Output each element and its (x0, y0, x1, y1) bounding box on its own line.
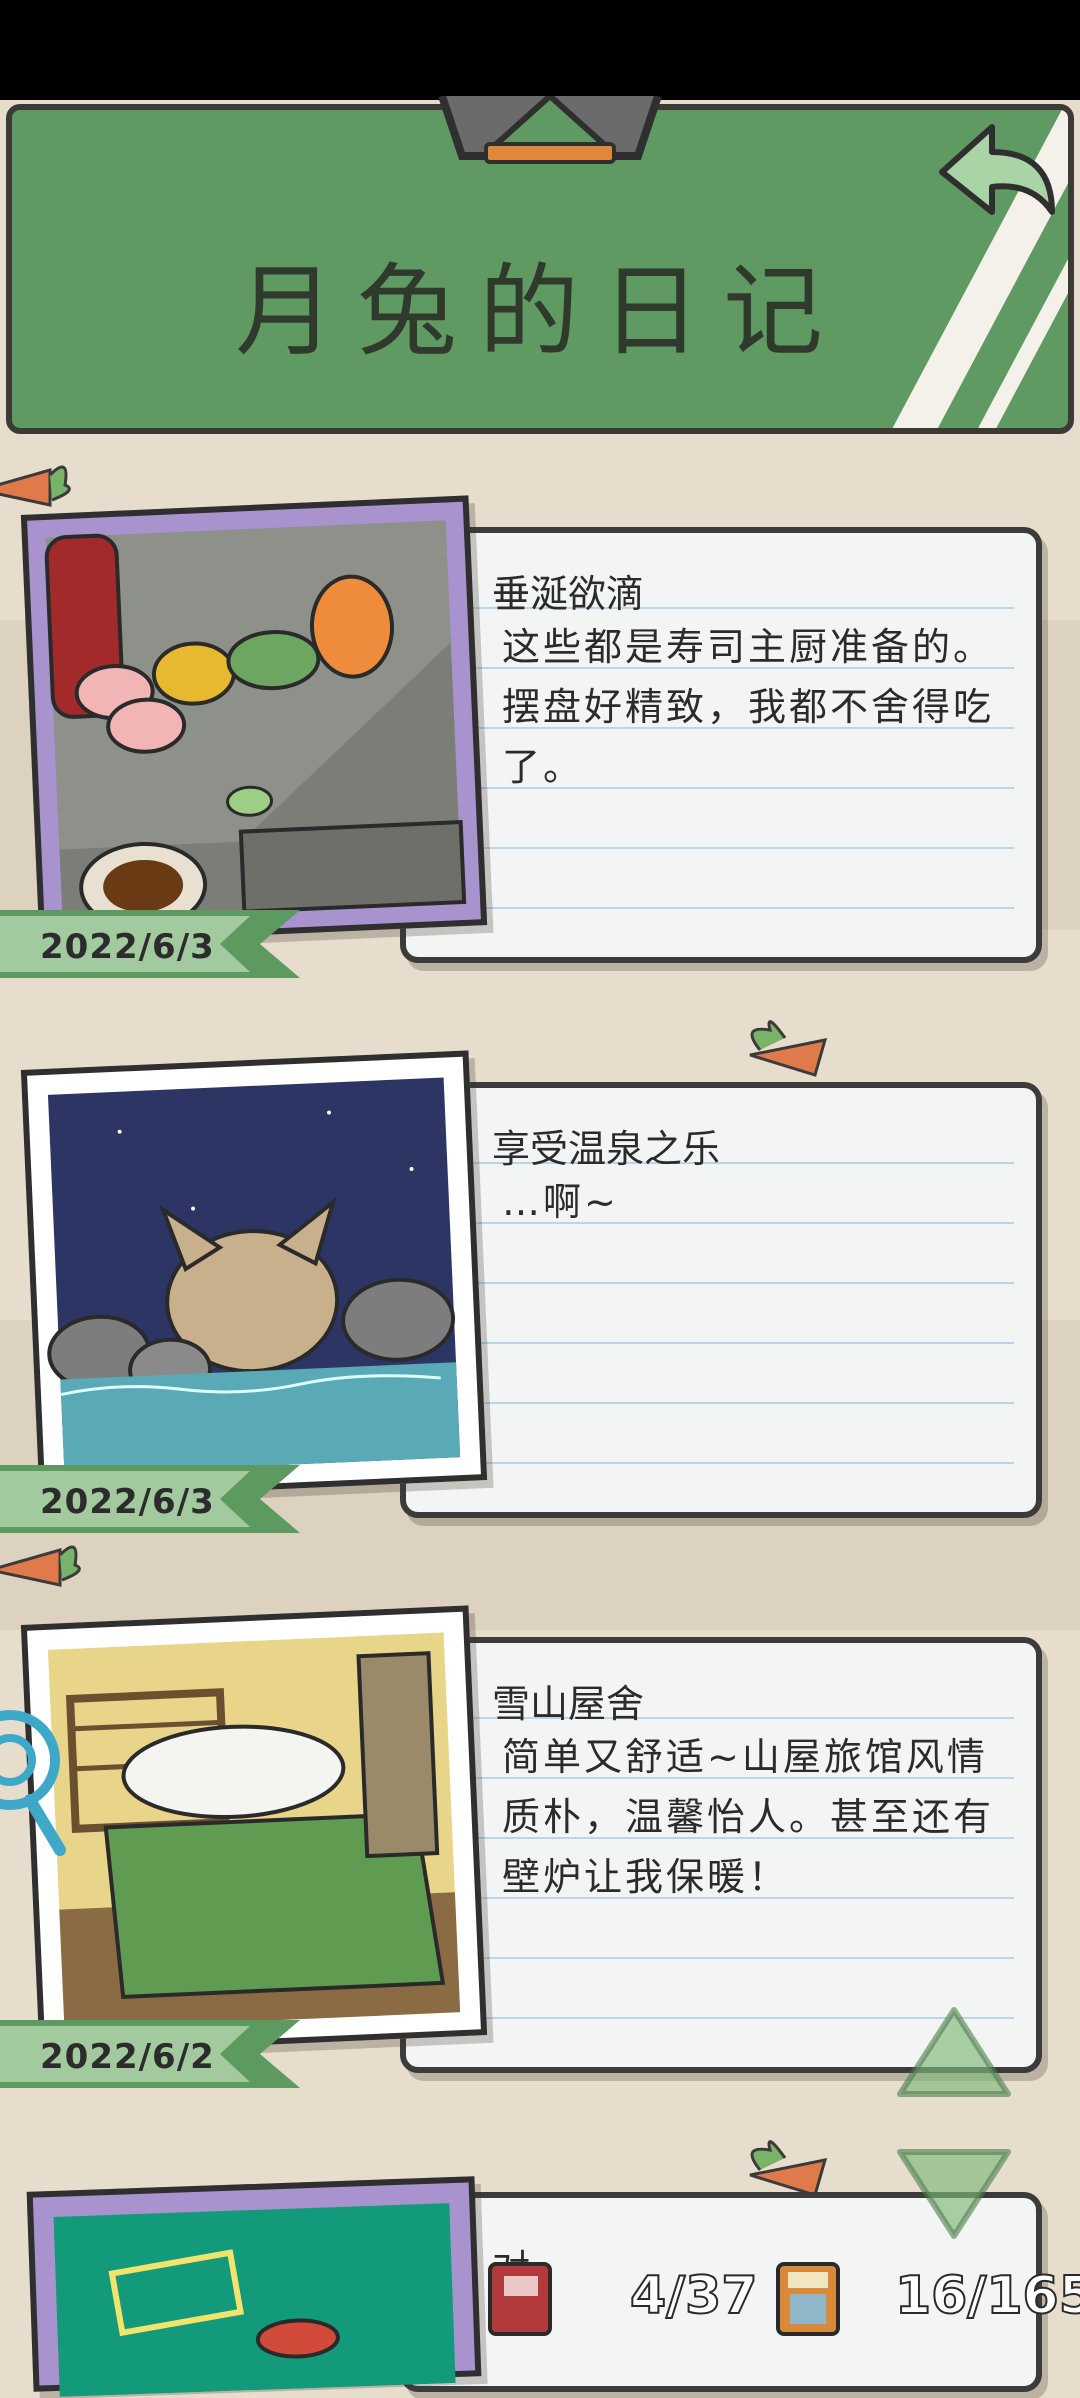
card-table-illustration (53, 2203, 456, 2397)
back-arrow-button[interactable] (922, 112, 1072, 232)
diary-entry: 垂涎欲滴 这些都是寿司主厨准备的。摆盘好精致，我都不舍得吃了。 2022/6/3 (0, 495, 1080, 995)
entry-text: 这些都是寿司主厨准备的。摆盘好精致，我都不舍得吃了。 (502, 625, 995, 789)
memory-book-icon[interactable] (482, 2258, 562, 2338)
entry-date: 2022/6/3 (40, 1482, 215, 1522)
diary-entry: 享受温泉之乐 …啊~ 2022/6/3 (0, 1050, 1080, 1550)
diary-card: 垂涎欲滴 这些都是寿司主厨准备的。摆盘好精致，我都不舍得吃了。 (400, 527, 1042, 963)
entry-text: …啊~ (502, 1180, 619, 1224)
entry-date: 2022/6/2 (40, 2037, 215, 2077)
entry-photo-hot-spring[interactable] (20, 1050, 488, 1500)
page-counter: 4/37 (629, 2265, 759, 2327)
status-bar (0, 0, 1080, 100)
sushi-illustration (44, 520, 467, 931)
bottom-counter-bar: 4/37 16/165 (470, 2250, 1080, 2340)
entry-photo-inn-room[interactable] (20, 1605, 488, 2055)
diary-card: 享受温泉之乐 …啊~ (400, 1082, 1042, 1518)
hanger-clip-icon (438, 96, 662, 164)
scroll-down-button[interactable] (892, 2140, 1016, 2244)
side-swirl-handle[interactable] (0, 1690, 70, 1860)
entry-title: 雪山屋舍 (492, 1682, 645, 1726)
inn-room-illustration (47, 1632, 461, 2030)
hot-spring-illustration (47, 1077, 461, 1475)
entry-title: 享受温泉之乐 (492, 1127, 721, 1171)
page-title: 月兔的日记 (235, 253, 845, 370)
entry-text: 简单又舒适~山屋旅馆风情质朴，温馨怡人。甚至还有壁炉让我保暖！ (502, 1735, 995, 1899)
scroll-up-button[interactable] (892, 2002, 1016, 2106)
entry-title: 垂涎欲滴 (492, 572, 645, 616)
diary-book-icon[interactable] (770, 2258, 850, 2338)
entry-date: 2022/6/3 (40, 927, 215, 967)
entry-photo-sushi[interactable] (20, 495, 488, 945)
entry-photo-card-table[interactable] (26, 2176, 482, 2397)
diary-counter: 16/165 (894, 2265, 1080, 2327)
